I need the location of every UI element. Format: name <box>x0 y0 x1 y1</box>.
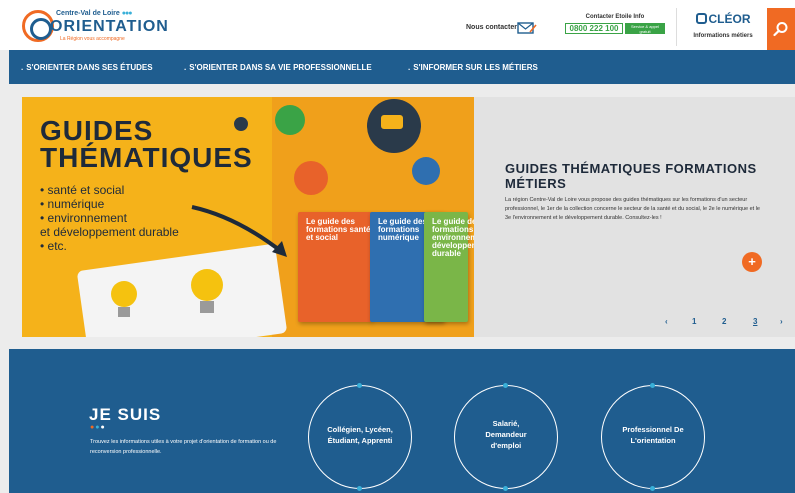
je-suis-description: Trouvez les informations utiles à votre … <box>90 439 277 455</box>
cleor-logo-icon <box>695 13 707 24</box>
slide-description: La région Centre-Val de Loire vous propo… <box>505 197 760 221</box>
book-icon <box>275 105 305 135</box>
banner-topic: • santé et social <box>40 183 125 197</box>
screen-icon <box>234 117 248 131</box>
banner-title: GUIDES THÉMATIQUES <box>40 115 253 173</box>
nav-item-etudes[interactable]: S'ORIENTER DANS SES ÉTUDES <box>21 63 152 72</box>
banner-topic: et développement durable <box>40 225 179 239</box>
guide-book-title: Le guide des formations santé et social <box>306 217 371 242</box>
site-header: Centre-Val de Loire ●●● ORIENTATION La R… <box>0 0 795 50</box>
banner-topic: • environnement <box>40 211 127 225</box>
pager-page-2[interactable]: 2 <box>722 317 726 326</box>
orientation-logo[interactable]: Centre-Val de Loire ●●● ORIENTATION La R… <box>22 8 168 44</box>
header-divider <box>676 8 677 46</box>
je-suis-section: JE SUIS ●●● Trouvez les informations uti… <box>9 349 795 493</box>
profile-salarie-button[interactable]: Salarié, Demandeur d'emploi <box>454 383 558 491</box>
slide-text-panel: GUIDES THÉMATIQUES FORMATIONS MÉTIERS La… <box>474 97 795 337</box>
je-suis-dots: ●●● <box>90 424 106 431</box>
profile-label: Salarié, Demandeur d'emploi <box>485 419 527 450</box>
logo-region: Centre-Val de Loire <box>56 10 120 17</box>
banner-topic: • etc. <box>40 239 67 253</box>
guide-book-sante[interactable]: Le guide des formations santé et social <box>298 212 372 322</box>
arrow-icon <box>191 205 287 257</box>
banner-topic-list: • santé et social • numérique • environn… <box>40 183 179 253</box>
slide-title: GUIDES THÉMATIQUES FORMATIONS MÉTIERS <box>505 161 757 191</box>
guide-book-environnement[interactable]: Le guide des formations environnement dé… <box>424 212 474 322</box>
slide-more-button[interactable]: + <box>742 252 762 272</box>
logo-dots: ●●● <box>121 10 133 17</box>
banner-image[interactable]: GUIDES THÉMATIQUES • santé et social • n… <box>22 97 474 337</box>
profile-professionnel-button[interactable]: Professionnel De L'orientation <box>601 383 705 491</box>
pager-page-3[interactable]: 3 <box>753 317 757 326</box>
profile-label: Collégien, Lycéen, Étudiant, Apprenti <box>327 425 393 445</box>
nav-item-vie-pro[interactable]: S'ORIENTER DANS SA VIE PROFESSIONNELLE <box>184 63 372 72</box>
etoile-info-block[interactable]: Contacter Etoile Info 0800 222 100 Servi… <box>563 14 667 40</box>
cleor-brand: CLÉOR <box>708 12 751 26</box>
etoile-free-badge: Service & appel gratuit <box>625 23 665 34</box>
chat-icon <box>367 99 421 153</box>
cleor-link[interactable]: CLÉOR Informations métiers <box>688 12 758 46</box>
lightbulb-icon <box>191 269 223 313</box>
etoile-phone[interactable]: 0800 222 100 <box>565 23 623 34</box>
search-button[interactable] <box>767 8 795 50</box>
guide-book-title: Le guide des formations environnement dé… <box>432 217 474 258</box>
people-icon <box>294 161 328 195</box>
profile-collegien-button[interactable]: Collégien, Lycéen, Étudiant, Apprenti <box>308 383 412 491</box>
main-nav: S'ORIENTER DANS SES ÉTUDES S'ORIENTER DA… <box>9 50 795 84</box>
search-icon <box>773 22 788 37</box>
globe-icon <box>412 157 440 185</box>
mail-icon[interactable] <box>517 22 537 34</box>
cleor-subtitle: Informations métiers <box>693 33 753 39</box>
pager-next-button[interactable]: › <box>780 317 783 326</box>
banner-topic: • numérique <box>40 197 105 211</box>
logo-tagline: La Région vous accompagne <box>60 36 125 42</box>
etoile-title: Contacter Etoile Info <box>585 14 645 20</box>
je-suis-title: JE SUIS <box>89 405 162 424</box>
pager-page-1[interactable]: 1 <box>692 317 696 326</box>
logo-name: ORIENTATION <box>50 18 169 35</box>
pager-prev-button[interactable]: ‹ <box>665 317 668 326</box>
contact-link[interactable]: Nous contacter <box>466 24 517 31</box>
lightbulb-icon <box>111 281 137 317</box>
profile-label: Professionnel De L'orientation <box>622 425 684 445</box>
nav-item-metiers[interactable]: S'INFORMER SUR LES MÉTIERS <box>408 63 538 72</box>
